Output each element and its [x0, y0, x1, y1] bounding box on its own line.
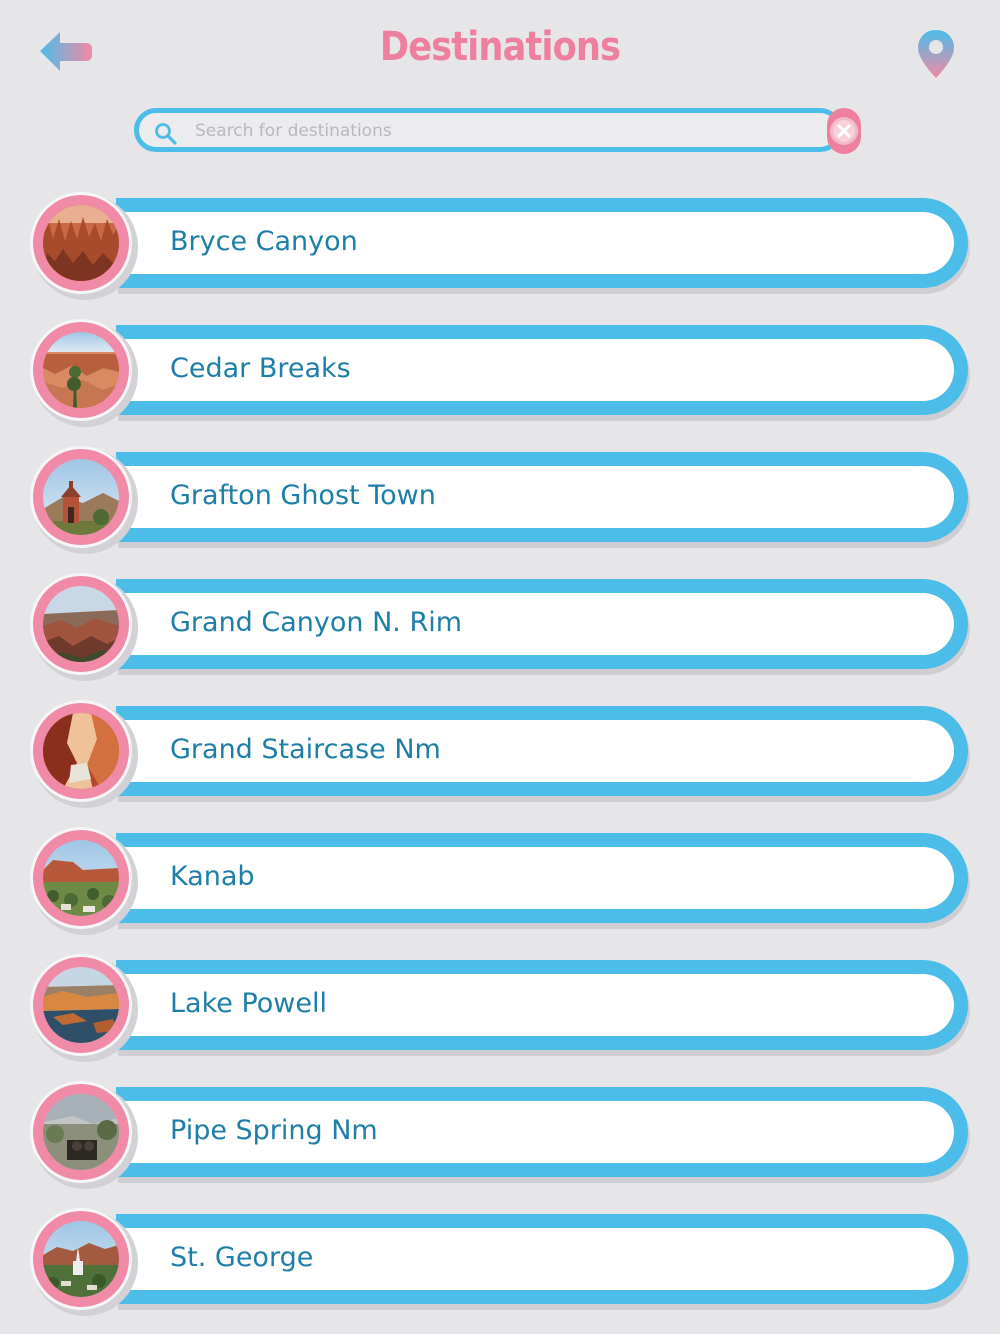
- destination-row[interactable]: Cedar Breaks: [0, 317, 1000, 427]
- search-icon: [155, 123, 177, 145]
- search-bar-container: [134, 106, 866, 156]
- destination-row[interactable]: Grafton Ghost Town: [0, 444, 1000, 554]
- destination-thumbnail: [43, 840, 119, 916]
- search-input[interactable]: [195, 117, 795, 145]
- destination-label: Cedar Breaks: [170, 353, 351, 384]
- destination-thumbnail: [43, 1221, 119, 1297]
- destination-label: Grafton Ghost Town: [170, 480, 436, 511]
- destination-thumbnail: [43, 205, 119, 281]
- destination-label: Grand Canyon N. Rim: [170, 607, 463, 638]
- page-title: Destinations: [379, 24, 621, 70]
- destination-thumbnail: [43, 713, 119, 789]
- search-bar[interactable]: [134, 108, 842, 152]
- destination-thumbnail: [43, 586, 119, 662]
- destination-thumbnail: [43, 459, 119, 535]
- destination-row[interactable]: St. George: [0, 1206, 1000, 1316]
- destination-thumbnail: [43, 332, 119, 408]
- destination-row[interactable]: Lake Powell: [0, 952, 1000, 1062]
- destination-row[interactable]: Grand Staircase Nm: [0, 698, 1000, 808]
- app-header: Destinations: [0, 0, 1000, 100]
- destination-label: Pipe Spring Nm: [170, 1115, 378, 1146]
- destination-thumbnail: [43, 1094, 119, 1170]
- location-button[interactable]: [914, 28, 958, 80]
- destination-label: Lake Powell: [170, 988, 327, 1019]
- map-pin-icon: [918, 30, 954, 78]
- clear-icon: [827, 108, 861, 154]
- destination-label: Kanab: [170, 861, 255, 892]
- destination-label: St. George: [170, 1242, 314, 1273]
- destination-row[interactable]: Grand Canyon N. Rim: [0, 571, 1000, 681]
- destination-thumbnail: [43, 967, 119, 1043]
- destination-label: Grand Staircase Nm: [170, 734, 441, 765]
- destination-row[interactable]: Pipe Spring Nm: [0, 1079, 1000, 1189]
- destination-label: Bryce Canyon: [170, 226, 358, 257]
- clear-search-button[interactable]: [824, 106, 864, 156]
- destination-row[interactable]: Bryce Canyon: [0, 190, 1000, 300]
- destination-row[interactable]: Kanab: [0, 825, 1000, 935]
